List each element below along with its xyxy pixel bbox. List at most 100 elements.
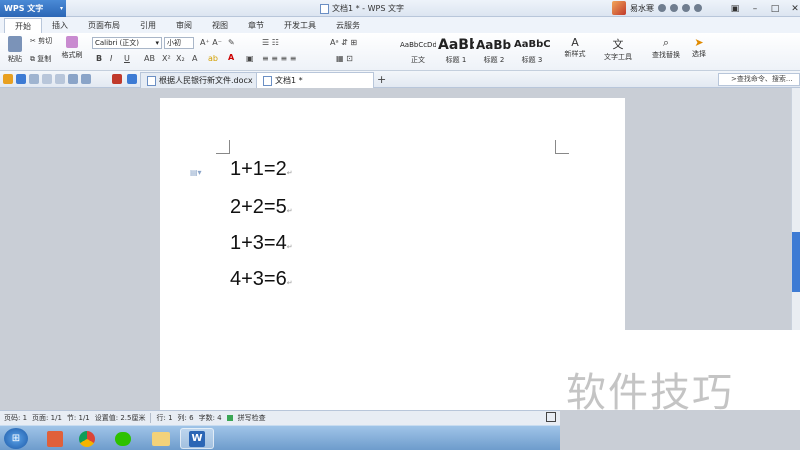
doc-tab-1[interactable]: 文档1 *	[256, 72, 374, 88]
status-words[interactable]: 字数: 4	[199, 413, 222, 423]
document-page[interactable]: ▤▾ 1+1=2↵ 2+2=5↵ 1+3=4↵ 4+3=6↵	[160, 98, 625, 410]
style-heading-1[interactable]: AaBb 标题 1	[438, 35, 474, 67]
app-menu-button[interactable]: WPS 文字 ▾	[0, 0, 66, 17]
document-line: 4+3=6↵	[230, 268, 293, 291]
wps-logo-icon[interactable]	[112, 74, 122, 84]
divider	[150, 413, 152, 423]
text-effect-icon[interactable]: A	[192, 54, 197, 63]
taskbar-app-game[interactable]	[38, 428, 72, 449]
tab-cloud[interactable]: 云服务	[326, 18, 370, 33]
skin-icon[interactable]	[670, 4, 678, 12]
open-icon[interactable]	[3, 74, 13, 84]
restore-icon[interactable]: ▣	[728, 3, 742, 15]
style-preview: AaBb(	[476, 38, 512, 52]
tab-references[interactable]: 引用	[130, 18, 166, 33]
margin-corner	[216, 140, 230, 154]
export-icon[interactable]	[55, 74, 65, 84]
italic-icon[interactable]: I	[110, 54, 112, 63]
copy-button[interactable]: ⧉ 复制	[30, 54, 51, 64]
user-area[interactable]: 易水寒	[612, 1, 702, 15]
tab-developer[interactable]: 开发工具	[274, 18, 326, 33]
fullscreen-icon[interactable]	[546, 412, 556, 422]
style-heading-2[interactable]: AaBb(标题 2	[476, 35, 512, 67]
tab-sections[interactable]: 章节	[238, 18, 274, 33]
line-text: 1+1=2	[230, 158, 287, 180]
font-size-select[interactable]: 小初	[164, 37, 194, 49]
text-tools-button[interactable]: 文文字工具	[600, 36, 636, 62]
quick-access-bar: 根据人民银行新文件.docx 文档1 * +	[0, 71, 800, 88]
taskbar-app-wps[interactable]: W	[180, 428, 214, 449]
strikethrough-icon[interactable]: AB	[144, 54, 155, 63]
style-label: 正文	[411, 56, 425, 64]
cut-label: 剪切	[38, 37, 53, 45]
format-painter-label: 格式刷	[61, 51, 83, 59]
paste-button[interactable]: 粘贴	[4, 36, 26, 64]
avatar[interactable]	[612, 1, 626, 15]
save-icon[interactable]	[16, 74, 26, 84]
subscript-icon[interactable]: X₂	[176, 54, 185, 63]
window-title-text: 文档1 * - WPS 文字	[332, 4, 404, 13]
align-left-icon[interactable]: ≡ ≡ ≡ ≡	[262, 54, 296, 63]
paragraph-mark-icon: ↵	[286, 208, 293, 215]
highlight-icon[interactable]: ab	[208, 54, 218, 63]
title-bar: WPS 文字 ▾ 文档1 * - WPS 文字 易水寒 ▣ – □ ✕	[0, 0, 800, 17]
shading-icon[interactable]: ▦ ⊡	[336, 54, 353, 63]
spell-check-icon[interactable]	[226, 415, 233, 421]
tab-home[interactable]: 开始	[4, 17, 42, 33]
status-row: 行: 1	[156, 414, 173, 422]
taskbar-app-chrome[interactable]	[70, 428, 104, 449]
cut-button[interactable]: ✂ 剪切	[30, 36, 52, 46]
folder-icon	[152, 431, 170, 446]
tab-review[interactable]: 审阅	[166, 18, 202, 33]
font-color-icon[interactable]: A	[228, 53, 234, 62]
bold-icon[interactable]: B	[96, 54, 102, 63]
font-case-icon[interactable]: Aᵃ ⇵ ⊞	[330, 38, 357, 47]
select-button[interactable]: ➤ 选择	[688, 36, 710, 59]
style-normal[interactable]: AaBbCcDd 正文	[400, 35, 436, 67]
undo-icon[interactable]	[68, 74, 78, 84]
taskbar-app-wechat[interactable]	[106, 428, 140, 449]
start-button[interactable]: ⊞	[4, 428, 28, 449]
status-bar: 页码: 1 页面: 1/1 节: 1/1 设置值: 2.5厘米 行: 1 列: …	[0, 410, 560, 425]
grow-font-icon[interactable]: A⁺ A⁻	[200, 38, 222, 47]
font-name-value: Calibri (正文)	[95, 39, 140, 47]
style-heading-3[interactable]: AaBbC 标题 3	[514, 35, 550, 67]
text-tools-icon: 文	[612, 38, 624, 51]
print-icon[interactable]	[29, 74, 39, 84]
find-replace-button[interactable]: ⌕ 查找替换	[648, 36, 684, 60]
style-preview: AaBbCcDd	[400, 41, 436, 49]
superscript-icon[interactable]: X²	[162, 54, 171, 63]
preview-icon[interactable]	[42, 74, 52, 84]
clear-format-icon[interactable]: ✎	[228, 38, 235, 47]
help-icon[interactable]	[694, 4, 702, 12]
tab-page-layout[interactable]: 页面布局	[78, 18, 130, 33]
minimize-button[interactable]: –	[748, 3, 762, 15]
redo-icon[interactable]	[81, 74, 91, 84]
scroll-thumb[interactable]	[792, 232, 800, 292]
new-tab-icon[interactable]: +	[377, 73, 386, 86]
status-pages: 页面: 1/1	[32, 414, 62, 422]
maximize-button[interactable]: □	[768, 3, 782, 15]
format-painter-button[interactable]: 格式刷	[60, 36, 84, 60]
paragraph-handle-icon[interactable]: ▤▾	[190, 168, 202, 177]
status-spell-check[interactable]: 拼写检查	[238, 413, 266, 423]
char-border-icon[interactable]: ▣	[246, 54, 254, 63]
command-search-input[interactable]: >查找命令、搜索...	[718, 73, 800, 86]
bullets-icon[interactable]: ☰ ☷	[262, 38, 279, 47]
tab-view[interactable]: 视图	[202, 18, 238, 33]
status-page-num[interactable]: 页码: 1	[4, 413, 27, 423]
new-style-button[interactable]: A 新样式	[562, 36, 588, 59]
gear-icon[interactable]	[682, 4, 690, 12]
copy-label: 复制	[37, 55, 52, 63]
status-icon[interactable]	[658, 4, 666, 12]
cloud-icon[interactable]	[127, 74, 137, 84]
window-title: 文档1 * - WPS 文字	[320, 3, 404, 14]
taskbar-app-explorer[interactable]	[144, 428, 178, 449]
close-button[interactable]: ✕	[788, 3, 800, 15]
tab-insert[interactable]: 插入	[42, 18, 78, 33]
line-text: 4+3=6	[230, 268, 287, 290]
document-icon	[147, 75, 156, 86]
font-name-select[interactable]: Calibri (正文) ▾	[92, 37, 162, 49]
doc-tab-0[interactable]: 根据人民银行新文件.docx	[140, 72, 260, 88]
underline-icon[interactable]: U	[124, 54, 130, 63]
